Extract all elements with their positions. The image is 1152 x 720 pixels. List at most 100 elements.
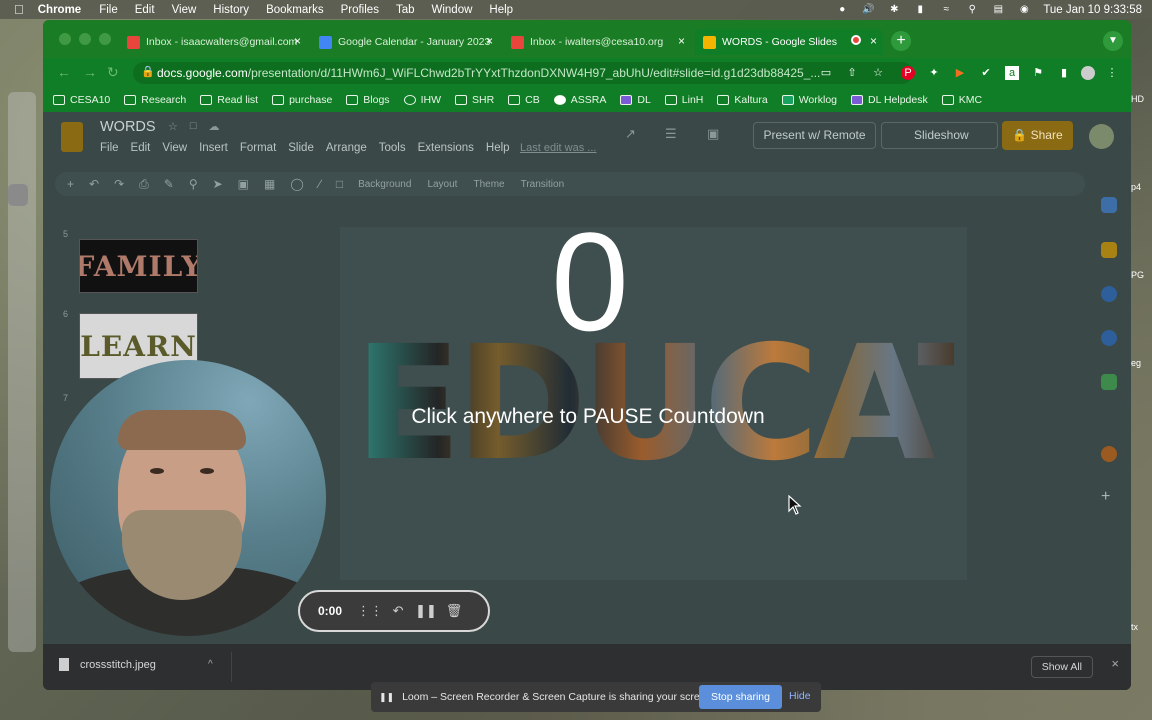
bookmark-dl[interactable]: DL <box>620 94 651 106</box>
tab-close-icon[interactable]: × <box>678 34 685 48</box>
menu-arrange[interactable]: Arrange <box>326 142 367 154</box>
bookmark-worklog[interactable]: Worklog <box>781 94 837 106</box>
siri-icon[interactable]: ◉ <box>1017 4 1031 15</box>
star-icon[interactable]: ☆ <box>168 120 178 133</box>
line-icon[interactable]: ∕ <box>319 177 321 191</box>
trash-icon[interactable] <box>8 184 28 206</box>
paint-format-icon[interactable]: ✎ <box>164 177 174 191</box>
show-all-button[interactable]: Show All <box>1030 656 1093 678</box>
bookmark-research[interactable]: Research <box>124 94 186 106</box>
cloud-status-icon[interactable]: ☁ <box>209 120 220 133</box>
menubar-clock[interactable]: Tue Jan 10 9:33:58 <box>1043 4 1142 16</box>
theme-button[interactable]: Theme <box>473 179 504 190</box>
slide-thumbnail[interactable]: FAMILY <box>79 239 198 293</box>
menu-window[interactable]: Window <box>432 4 473 16</box>
select-cursor-icon[interactable]: ➤ <box>213 177 223 191</box>
wifi-icon[interactable]: ≈ <box>939 4 953 15</box>
bookmark-star-icon[interactable]: ☆ <box>871 66 885 80</box>
menu-view[interactable]: View <box>162 142 187 154</box>
user-avatar[interactable] <box>1089 124 1114 149</box>
background-button[interactable]: Background <box>358 179 411 190</box>
minimize-window-button[interactable] <box>79 33 91 45</box>
bookmark-linh[interactable]: LinH <box>664 94 703 106</box>
forward-arrow-icon[interactable]: → <box>83 64 97 80</box>
menu-format[interactable]: Format <box>240 142 276 154</box>
screen-record-icon[interactable]: ● <box>835 4 849 15</box>
textbox-icon[interactable]: ▣ <box>238 177 249 191</box>
menu-file[interactable]: File <box>99 4 118 16</box>
bookmark-assra[interactable]: ASSRA <box>553 94 606 106</box>
sidebar-icon[interactable]: ▮ <box>1057 66 1071 80</box>
bookmark-blogs[interactable]: Blogs <box>346 94 390 106</box>
more-menu-icon[interactable]: ⋮ <box>1105 66 1119 80</box>
menu-edit[interactable]: Edit <box>131 142 151 154</box>
cast-icon[interactable]: ▭ <box>819 66 833 80</box>
bookmark-kmc[interactable]: KMC <box>941 94 982 106</box>
tab-close-icon[interactable]: × <box>294 34 301 48</box>
menu-app-name[interactable]: Chrome <box>38 4 81 16</box>
present-remote-button[interactable]: Present w/ Remote <box>753 122 876 149</box>
loom-extension-icon[interactable]: ▶ <box>953 66 967 80</box>
slide-canvas[interactable]: EDUCATION <box>340 227 1131 580</box>
profile-avatar[interactable] <box>1081 66 1095 80</box>
comments-icon[interactable]: ☰ <box>665 126 677 142</box>
last-edit-link[interactable]: Last edit was ... <box>520 142 596 154</box>
hide-button[interactable]: Hide <box>789 690 811 702</box>
redo-icon[interactable]: ↷ <box>114 177 124 191</box>
bookmark-kaltura[interactable]: Kaltura <box>717 94 768 106</box>
tab-close-icon[interactable]: × <box>870 34 877 48</box>
slides-logo-icon[interactable] <box>61 122 83 152</box>
bookmark-ihw[interactable]: IHW <box>403 94 441 106</box>
tasks-side-icon[interactable] <box>1101 286 1117 302</box>
move-folder-icon[interactable]: □ <box>190 120 197 133</box>
shape-icon[interactable]: ◯ <box>290 177 303 191</box>
transition-button[interactable]: Transition <box>521 179 565 190</box>
layout-button[interactable]: Layout <box>427 179 457 190</box>
tab-gmail-work[interactable]: Inbox - iwalters@cesa10.org × <box>503 29 691 55</box>
apple-menu-icon[interactable]:  <box>14 2 24 17</box>
bluetooth-icon[interactable]: ✱ <box>887 4 901 15</box>
pause-icon[interactable]: ❚❚ <box>412 603 440 619</box>
close-icon[interactable]: × <box>1111 656 1119 671</box>
webcam-bubble[interactable] <box>50 360 326 636</box>
keep-side-icon[interactable] <box>1101 242 1117 258</box>
bookmark-cb[interactable]: CB <box>508 94 540 106</box>
menu-bookmarks[interactable]: Bookmarks <box>266 4 324 16</box>
menu-tab[interactable]: Tab <box>396 4 415 16</box>
menu-view[interactable]: View <box>172 4 197 16</box>
download-item[interactable]: crossstitch.jpeg <box>59 658 156 671</box>
activity-trend-icon[interactable]: ↗ <box>625 126 636 142</box>
tab-close-icon[interactable]: × <box>486 34 493 48</box>
reload-icon[interactable]: ↻ <box>107 64 119 81</box>
close-window-button[interactable] <box>59 33 71 45</box>
tab-search-button[interactable]: ▼ <box>1103 31 1123 51</box>
meet-icon[interactable]: ▣ <box>707 126 719 142</box>
stop-sharing-button[interactable]: Stop sharing <box>699 685 782 709</box>
maximize-window-button[interactable] <box>99 33 111 45</box>
bookmark-cesa10[interactable]: CESA10 <box>53 94 110 106</box>
restart-icon[interactable]: ↶ <box>384 603 412 619</box>
back-arrow-icon[interactable]: ← <box>57 64 71 80</box>
print-icon[interactable]: ⎙ <box>139 177 149 192</box>
document-title[interactable]: WORDS <box>100 119 156 135</box>
image-icon[interactable]: ▦ <box>264 177 275 191</box>
slideshow-button[interactable]: Slideshow <box>881 122 998 149</box>
extension-icon[interactable]: ✔ <box>979 66 993 80</box>
battery-icon[interactable]: ▮ <box>913 4 927 15</box>
spotlight-search-icon[interactable]: ⚲ <box>965 4 979 15</box>
bookmark-dl-helpdesk[interactable]: DL Helpdesk <box>851 94 928 106</box>
volume-icon[interactable]: 🔊 <box>861 4 875 15</box>
chevron-up-icon[interactable]: ^ <box>208 659 213 670</box>
tab-gmail-personal[interactable]: Inbox - isaacwalters@gmail.com × <box>119 29 307 55</box>
new-slide-icon[interactable]: + <box>67 177 74 191</box>
tab-google-slides[interactable]: WORDS - Google Slides × <box>695 29 883 55</box>
menu-help[interactable]: Help <box>486 142 510 154</box>
zoom-icon[interactable]: ⚲ <box>189 177 198 191</box>
undo-icon[interactable]: ↶ <box>89 177 99 191</box>
menu-edit[interactable]: Edit <box>135 4 155 16</box>
pause-countdown-message[interactable]: Click anywhere to PAUSE Countdown <box>407 405 769 429</box>
share-button[interactable]: 🔒 Share <box>1002 121 1073 150</box>
share-page-icon[interactable]: ⇧ <box>845 66 859 80</box>
bookmark-read-list[interactable]: Read list <box>200 94 258 106</box>
menu-slide[interactable]: Slide <box>288 142 314 154</box>
